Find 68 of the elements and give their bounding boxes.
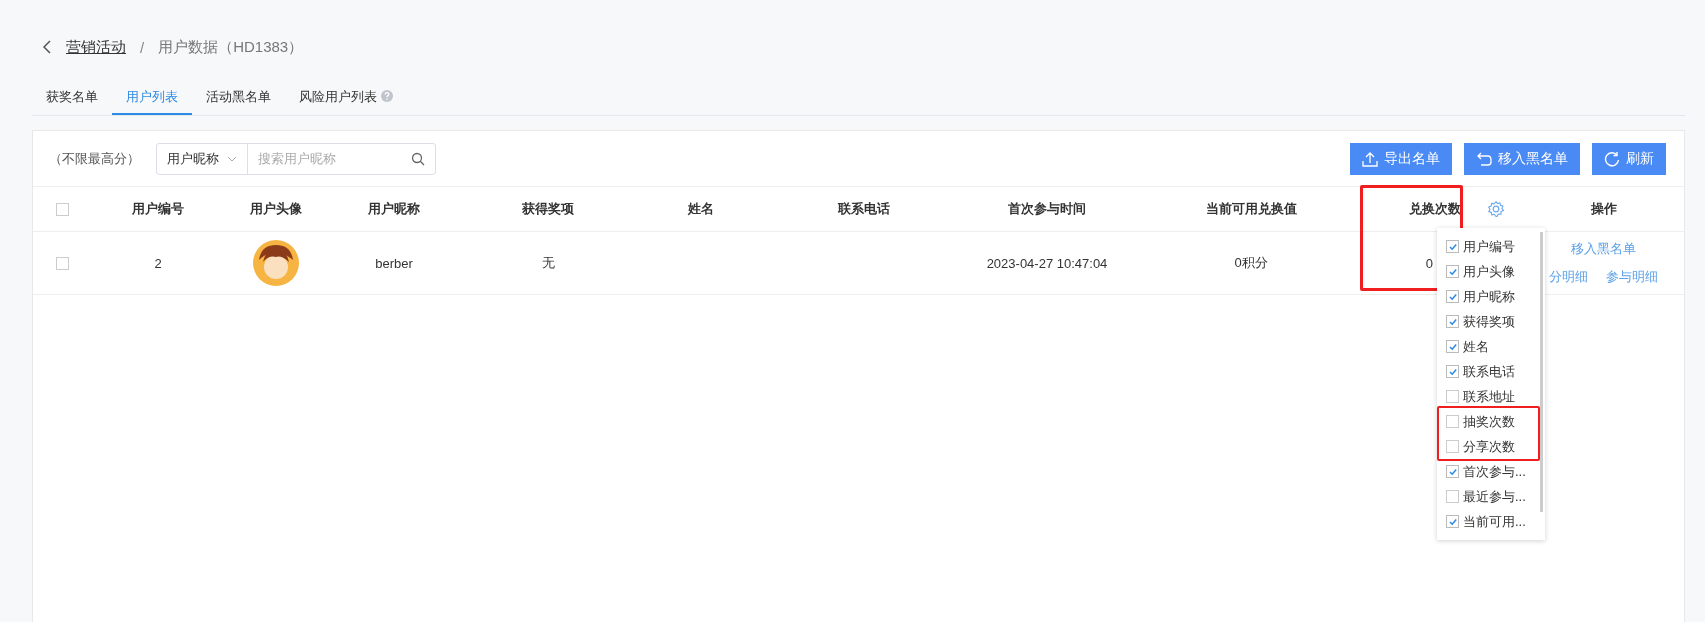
column-checkbox[interactable] <box>1446 240 1459 253</box>
checkmark-icon <box>1447 341 1458 352</box>
column-checkbox[interactable] <box>1446 490 1459 503</box>
table-cell: 0积分 <box>1234 254 1268 272</box>
checkmark-icon <box>1447 466 1458 477</box>
tab[interactable]: 风险用户列表 <box>285 88 407 115</box>
checkmark-icon <box>1447 241 1458 252</box>
checkmark-icon <box>1447 316 1458 327</box>
table-cell: 无 <box>541 254 555 272</box>
checkmark-icon <box>1447 366 1458 377</box>
avatar-icon <box>253 240 299 286</box>
column-checkbox[interactable] <box>1446 340 1459 353</box>
scrollbar[interactable] <box>1540 232 1543 512</box>
column-checkbox[interactable] <box>1446 265 1459 278</box>
column-checkbox[interactable] <box>1446 465 1459 478</box>
column-header: 获得奖项 <box>522 200 574 218</box>
column-checkbox[interactable] <box>1446 415 1459 428</box>
column-option[interactable]: 首次参与... <box>1463 462 1526 481</box>
tab[interactable]: 活动黑名单 <box>192 88 285 115</box>
column-checkbox[interactable] <box>1446 290 1459 303</box>
dropdown-caret-icon <box>227 155 237 162</box>
column-option[interactable]: 获得奖项 <box>1463 312 1515 331</box>
tab[interactable]: 获奖名单 <box>32 88 112 115</box>
column-header: 用户头像 <box>250 200 302 218</box>
column-header: 用户昵称 <box>368 200 420 218</box>
filter-note: （不限最高分） <box>49 149 140 168</box>
search-icon[interactable] <box>411 151 425 166</box>
upload-icon <box>1362 150 1378 167</box>
column-header: 首次参与时间 <box>1008 200 1086 218</box>
column-checkbox[interactable] <box>1446 365 1459 378</box>
table-cell: 2023-04-27 10:47:04 <box>986 255 1108 271</box>
column-option[interactable]: 联系地址 <box>1463 387 1515 406</box>
select-all-checkbox[interactable] <box>55 202 69 216</box>
table-cell: 2 <box>154 255 162 271</box>
column-option[interactable]: 当前可用... <box>1463 512 1526 531</box>
column-option[interactable]: 分享次数 <box>1463 437 1515 456</box>
breadcrumb-separator: / <box>140 38 145 56</box>
column-checkbox[interactable] <box>1446 315 1459 328</box>
settings-icon[interactable] <box>1487 200 1505 218</box>
column-checkbox[interactable] <box>1446 440 1459 453</box>
back-chevron-icon[interactable] <box>42 40 52 54</box>
checkmark-icon <box>1447 291 1458 302</box>
table-cell: 0 <box>1425 255 1433 271</box>
column-option[interactable]: 抽奖次数 <box>1463 412 1515 431</box>
column-option[interactable]: 用户编号 <box>1463 237 1515 256</box>
column-checkbox[interactable] <box>1446 515 1459 528</box>
row-checkbox[interactable] <box>55 256 69 270</box>
tab[interactable]: 用户列表 <box>112 88 192 115</box>
column-checkbox[interactable] <box>1446 390 1459 403</box>
column-option[interactable]: 用户头像 <box>1463 262 1515 281</box>
column-header: 联系电话 <box>838 200 890 218</box>
column-option[interactable]: 最近参与... <box>1463 487 1526 506</box>
column-option[interactable]: 用户昵称 <box>1463 287 1515 306</box>
refresh-icon <box>1604 150 1620 167</box>
breadcrumb-link[interactable]: 营销活动 <box>66 37 126 57</box>
column-header: 用户编号 <box>132 200 184 218</box>
table-cell: berber <box>375 255 413 271</box>
column-header: 姓名 <box>688 200 714 218</box>
column-header: 操作 <box>1590 200 1617 218</box>
checkmark-icon <box>1447 266 1458 277</box>
page-title: 用户数据（HD1383） <box>158 37 304 57</box>
checkmark-icon <box>1447 516 1458 527</box>
column-header: 当前可用兑换值 <box>1205 200 1297 218</box>
column-option[interactable]: 姓名 <box>1463 337 1489 356</box>
search-field[interactable]: 用户昵称 搜索用户昵称 <box>156 142 436 175</box>
column-option[interactable]: 联系电话 <box>1463 362 1515 381</box>
return-arrow-icon <box>1476 150 1492 167</box>
column-header: 兑换次数 <box>1409 200 1461 218</box>
